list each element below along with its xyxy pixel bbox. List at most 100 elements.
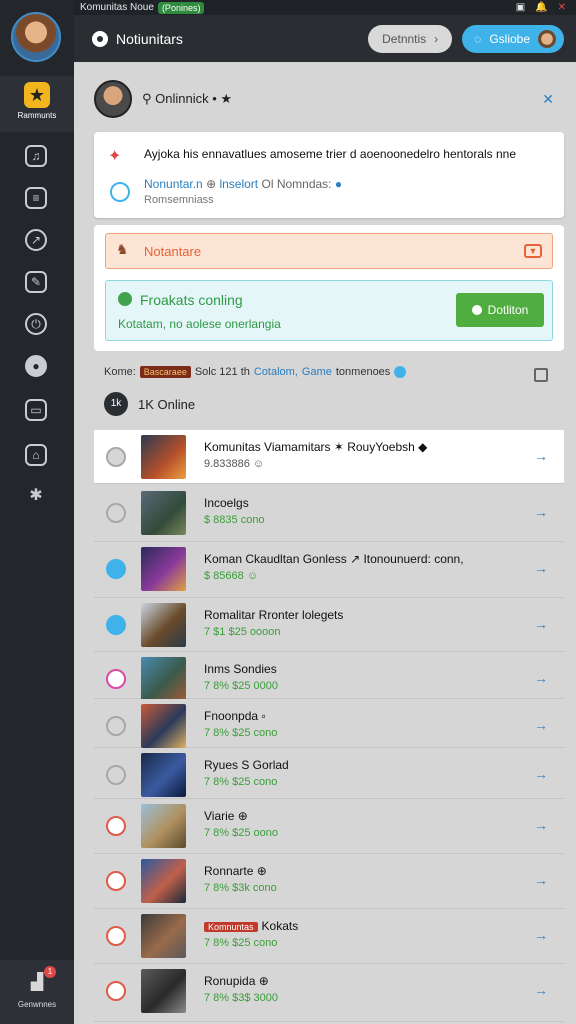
status-icon — [106, 503, 126, 523]
game-price: 9.833886 ☺ — [204, 458, 265, 470]
join-button-label: Dotliton — [487, 303, 529, 317]
game-title: Ronupida ⊕ — [204, 974, 269, 988]
game-thumbnail[interactable] — [141, 435, 186, 479]
game-row[interactable]: Romalitar Rronter lolegets 7 $1 $25 oooon… — [94, 598, 564, 652]
game-thumbnail[interactable] — [141, 491, 186, 535]
status-icon — [106, 871, 126, 891]
success-alert-sub: Kotatam, no aolese onerlangia — [118, 317, 281, 331]
list-breadcrumb: Kome: Bascaraee Solc 121 th Cotalom, Gam… — [104, 366, 534, 378]
game-price: 7 8% $3k cono — [204, 882, 277, 894]
status-icon — [106, 816, 126, 836]
window-title: Komunitas Noue — [80, 2, 154, 13]
status-icon — [106, 765, 126, 785]
sidebar: ★ Rammunts ♫ ≡ ↗ ✎ ⏻ ● ▭ ⌂ ✱ ▟ 1 Genwnnes — [0, 0, 74, 1024]
game-price: 7 8% $3$ 3000 — [204, 992, 279, 1004]
arrow-right-icon[interactable]: → — [534, 504, 548, 520]
profile-row: ⚲ Onlinnick • ★ ✕ — [94, 78, 554, 120]
image-icon[interactable]: ▭ — [25, 399, 47, 421]
profile-avatar[interactable] — [94, 80, 132, 118]
game-row[interactable]: Incoelgs $ 8835 cono → — [94, 486, 564, 542]
arrow-right-icon[interactable]: → — [534, 766, 548, 782]
game-thumbnail[interactable] — [141, 804, 186, 848]
game-title: Komnuntas Kokats — [204, 919, 524, 933]
game-row[interactable]: Ryues S Gorlad 7 8% $25 cono → — [94, 748, 564, 799]
game-row[interactable]: Fnoonpda ▫ 7 8% $25 cono → — [94, 699, 564, 748]
game-title: Koman Ckaudltan Gonless ↗ Itonounuerd: c… — [204, 552, 464, 566]
game-price: 7 8% $25 0000 — [204, 680, 279, 692]
power-icon[interactable]: ⏻ — [25, 313, 47, 335]
notification-badge: 1 — [44, 966, 56, 978]
game-thumbnail[interactable] — [141, 914, 186, 958]
home-icon[interactable]: ⌂ — [25, 444, 47, 466]
sidebar-item-home-label: Rammunts — [17, 111, 57, 120]
game-row[interactable]: Ronupida ⊕ 7 8% $3$ 3000 → — [94, 964, 564, 1022]
success-alert: Froakats conling Kotatam, no aolese oner… — [105, 280, 553, 341]
game-title: Ronnarte ⊕ — [204, 864, 267, 878]
game-thumbnail[interactable] — [141, 603, 186, 647]
list-header: Kome: Bascaraee Solc 121 th Cotalom, Gam… — [94, 358, 564, 430]
game-row[interactable]: Viarie ⊕ 7 8% $25 oono → — [94, 799, 564, 854]
info-icon[interactable] — [394, 366, 407, 378]
arrow-right-icon[interactable]: → — [534, 670, 548, 686]
arrow-right-icon[interactable]: → — [534, 448, 548, 464]
window-icon[interactable]: ▣ — [516, 2, 525, 13]
filter-icon[interactable] — [534, 368, 548, 382]
close-icon[interactable]: ✕ — [542, 91, 554, 108]
game-title: Viarie ⊕ — [204, 809, 248, 823]
list-link-2[interactable]: Game — [302, 366, 332, 378]
close-icon[interactable]: ✕ — [558, 2, 566, 13]
game-price: $ 8835 cono — [204, 514, 265, 526]
sidebar-item-games[interactable]: ▟ 1 Genwnnes — [0, 960, 74, 1024]
list-middle: Solc 121 th — [194, 366, 250, 378]
profile-button[interactable]: ◌ Gsliobe — [462, 24, 564, 53]
game-thumbnail[interactable] — [141, 657, 186, 701]
game-thumbnail[interactable] — [141, 704, 186, 748]
user-avatar[interactable] — [11, 12, 61, 62]
chat-icon: ◌ — [474, 31, 482, 46]
status-icon — [106, 926, 126, 946]
arrow-right-icon[interactable]: → — [534, 560, 548, 576]
notice-link-2[interactable]: lnselort — [219, 177, 258, 191]
flame-icon: ✦ — [108, 148, 122, 165]
join-button[interactable]: Dotliton — [456, 293, 544, 327]
chevron-right-icon: › — [434, 31, 439, 46]
star-icon: ★ — [24, 82, 50, 108]
game-row[interactable]: Inms Sondies 7 8% $25 0000 → — [94, 652, 564, 701]
document-icon[interactable]: ≡ — [25, 187, 47, 209]
details-button[interactable]: Detnntis › — [368, 24, 453, 53]
game-title: Ryues S Gorlad — [204, 758, 289, 772]
bell-icon[interactable]: 🔔 — [535, 2, 547, 13]
warning-alert[interactable]: ♞ Notantare ▼ — [105, 233, 553, 269]
arrow-right-icon[interactable]: → — [534, 817, 548, 833]
arrow-right-icon[interactable]: → — [534, 616, 548, 632]
game-title: Romalitar Rronter lolegets — [204, 608, 344, 622]
game-row[interactable]: Ronnarte ⊕ 7 8% $3k cono → — [94, 854, 564, 909]
arrow-right-icon[interactable]: → — [534, 717, 548, 733]
profile-name-text: Onlinnick — [155, 91, 209, 106]
details-button-label: Detnntis — [382, 31, 427, 46]
game-row[interactable]: Koman Ckaudltan Gonless ↗ Itonounuerd: c… — [94, 542, 564, 598]
game-tag: Komnuntas — [204, 922, 258, 932]
list-link-1[interactable]: Cotalom, — [254, 366, 298, 378]
notice-link[interactable]: Nonuntar.n — [144, 177, 203, 191]
game-row[interactable]: Komnuntas Kokats 7 8% $25 cono → — [94, 909, 564, 964]
list-tag: Bascaraee — [139, 366, 191, 378]
edit-icon[interactable]: ✎ — [25, 271, 47, 293]
compass-icon[interactable]: ↗ — [25, 229, 47, 251]
headset-icon[interactable]: ♫ — [25, 145, 47, 167]
sidebar-item-home[interactable]: ★ Rammunts — [0, 76, 74, 132]
camera-icon[interactable]: ● — [25, 355, 47, 377]
game-thumbnail[interactable] — [141, 547, 186, 591]
game-thumbnail[interactable] — [141, 969, 186, 1013]
tools-icon[interactable]: ✱ — [25, 487, 47, 509]
game-thumbnail[interactable] — [141, 753, 186, 797]
game-title: Incoelgs — [204, 496, 249, 510]
arrow-right-icon[interactable]: → — [534, 927, 548, 943]
arrow-right-icon[interactable]: → — [534, 982, 548, 998]
game-thumbnail[interactable] — [141, 859, 186, 903]
info-icon[interactable]: ● — [335, 177, 342, 191]
chevron-down-icon[interactable]: ▼ — [524, 244, 542, 258]
notice-text: Ayjoka his ennavatlues amoseme trier d a… — [144, 147, 517, 161]
arrow-right-icon[interactable]: → — [534, 872, 548, 888]
game-row[interactable]: Komunitas Viamamitars ✶ RouyYoebsh ◆ 9.83… — [94, 430, 564, 484]
